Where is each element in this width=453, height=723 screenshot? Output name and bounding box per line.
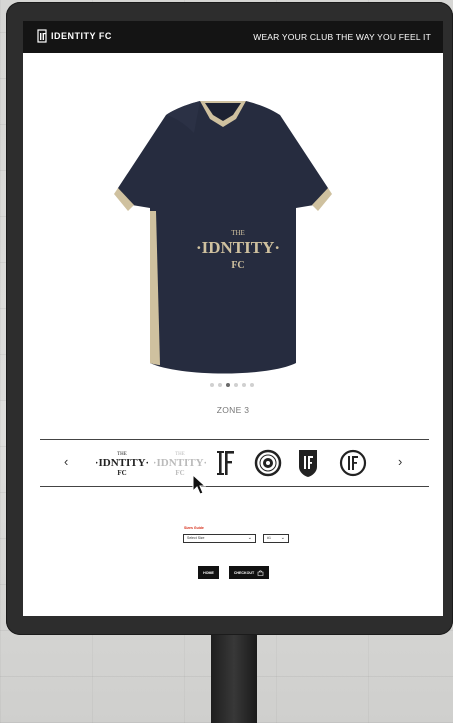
chevron-down-icon: ⌄ — [247, 535, 252, 541]
mouse-pointer-icon — [192, 474, 206, 495]
kiosk-screen: IDENTITY FC WEAR YOUR CLUB THE WAY YOU F… — [23, 21, 443, 616]
svg-text:·IDNTITY·: ·IDNTITY· — [196, 238, 280, 257]
brand-logo[interactable]: IDENTITY FC — [37, 29, 112, 43]
carousel-prev-button[interactable]: ‹ — [64, 454, 68, 469]
zone-label: ZONE 3 — [216, 405, 250, 415]
shopping-bag-icon — [257, 570, 264, 576]
logo-option-shield-crest[interactable] — [296, 447, 320, 479]
logo-option-if-monogram[interactable] — [216, 447, 236, 479]
kiosk-post — [211, 633, 257, 723]
shield-crest-icon — [299, 450, 317, 477]
logo-carousel: ‹ THE ·IDNTITY· FC THE ·IDNTITY· FC › — [40, 440, 429, 486]
checkout-button[interactable]: CHECKOUT — [229, 566, 269, 579]
svg-text:FC: FC — [175, 469, 184, 477]
jersey-preview[interactable]: THE ·IDNTITY· FC — [108, 93, 338, 383]
gallery-dot[interactable] — [250, 383, 254, 387]
ifc-circle-monogram-icon — [339, 449, 367, 477]
logo-option-identity-wordmark[interactable]: THE ·IDNTITY· FC — [96, 447, 148, 479]
brand-name: IDENTITY FC — [51, 31, 112, 41]
gallery-dot[interactable] — [242, 383, 246, 387]
home-button-label: HOME — [203, 570, 214, 575]
carousel-divider-bottom — [40, 486, 429, 487]
round-badge-icon — [254, 449, 282, 477]
gallery-dots — [210, 383, 254, 387]
gallery-dot[interactable] — [226, 383, 230, 387]
gallery-dot[interactable] — [218, 383, 222, 387]
svg-text:FC: FC — [231, 260, 244, 271]
svg-text:FC: FC — [117, 469, 126, 477]
svg-text:·IDNTITY·: ·IDNTITY· — [154, 457, 206, 469]
size-guide-link[interactable]: Sizes Guide — [184, 526, 204, 530]
identity-fc-wordmark-icon: THE ·IDNTITY· FC — [96, 452, 148, 477]
size-select[interactable]: Select Size ⌄ — [183, 534, 256, 543]
svg-text:THE: THE — [231, 229, 245, 237]
tagline: WEAR YOUR CLUB THE WAY YOU FEEL IT — [253, 32, 431, 42]
gallery-dot[interactable] — [210, 383, 214, 387]
top-bar: IDENTITY FC WEAR YOUR CLUB THE WAY YOU F… — [23, 21, 443, 53]
svg-text:·IDNTITY·: ·IDNTITY· — [96, 457, 148, 469]
home-button[interactable]: HOME — [198, 566, 219, 579]
checkout-button-label: CHECKOUT — [233, 570, 255, 575]
logo-option-round-badge[interactable] — [253, 447, 283, 479]
brand-mark-icon — [37, 29, 47, 43]
size-select-value: Select Size — [187, 536, 205, 540]
if-monogram-icon — [217, 451, 234, 475]
logo-option-ifc-circle[interactable] — [338, 447, 368, 479]
carousel-next-button[interactable]: › — [398, 454, 402, 469]
gallery-dot[interactable] — [234, 383, 238, 387]
chevron-down-icon: ⌄ — [280, 535, 285, 541]
quantity-select[interactable]: #1 ⌄ — [263, 534, 289, 543]
quantity-select-value: #1 — [267, 536, 271, 540]
